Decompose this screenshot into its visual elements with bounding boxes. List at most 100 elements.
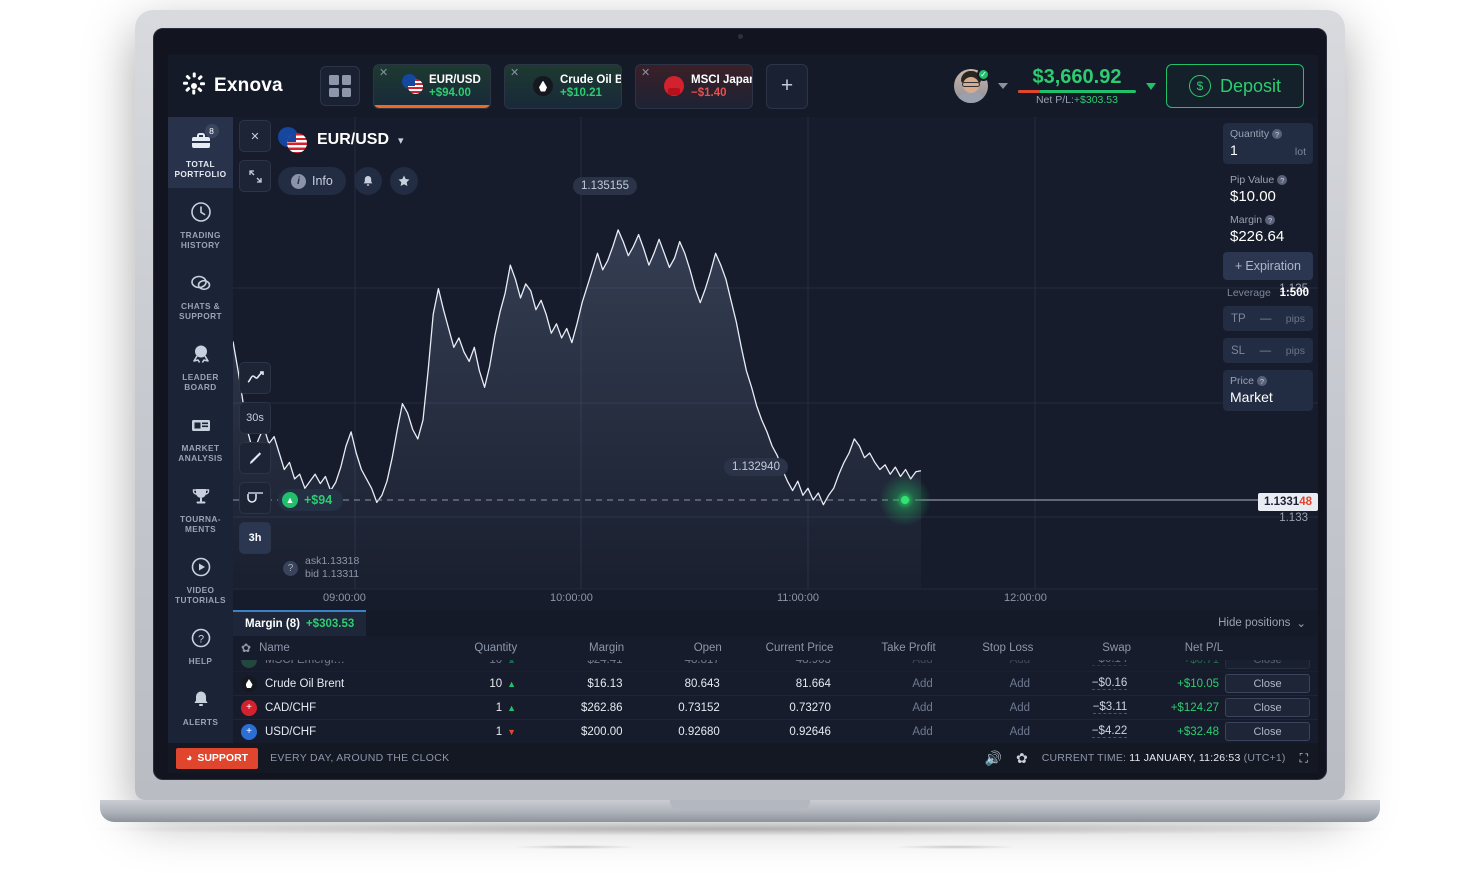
add-take-profit[interactable]: Add [912,702,932,714]
close-icon[interactable]: ✕ [510,67,519,79]
drawing-pencil-icon[interactable] [239,442,271,474]
webcam-dot [737,34,743,39]
add-stop-loss[interactable]: Add [1010,702,1030,714]
position-name: MSCI Emergi… [265,660,345,666]
add-take-profit[interactable]: Add [912,726,932,738]
column-header-margin: Margin [589,642,625,654]
question-circle-icon[interactable]: ? [283,560,298,576]
close-position-button[interactable]: Close [1225,722,1311,741]
left-sidebar: 8 TOTAL PORTFOLIO TRADING HISTORY CHATS … [168,117,233,773]
account-dropdown-caret-icon[interactable] [997,83,1008,89]
ask-bid-readout: ? ask1.13318 bid 1.13311 [283,555,359,581]
take-profit-field[interactable]: TP — pips [1223,306,1313,331]
tab-margin-positions[interactable]: Margin (8) +$303.53 [233,610,367,636]
sl-value: — [1259,344,1272,357]
sidebar-item-tournaments[interactable]: TOURNA- MENTS [168,472,233,543]
help-icon[interactable]: ? [1277,175,1288,185]
msci-emerging-icon [241,660,257,668]
close-position-button[interactable]: Close [1225,660,1311,669]
laptop-shadow [75,822,1405,836]
add-stop-loss[interactable]: Add [1010,660,1030,666]
table-row[interactable]: MSCI Emergi… 10 ▲ $24.41 48.817 48.903 Ad… [233,660,1318,672]
chevron-down-icon: ⌄ [1296,618,1306,630]
leverage-label: Leverage [1227,287,1271,299]
sidebar-item-leader-board[interactable]: LEADER BOARD [168,330,233,401]
sidebar-item-chats-support[interactable]: CHATS & SUPPORT [168,259,233,330]
deposit-label: Deposit [1219,75,1281,96]
leverage-row[interactable]: Leverage 1:500 [1223,287,1313,306]
table-row[interactable]: + USD/CHF 1 ▼ $200.00 0.92680 0.92646 Add… [233,720,1318,744]
direction-up-icon: ▲ [507,678,517,689]
stop-loss-field[interactable]: SL — pips [1223,338,1313,363]
sidebar-item-video-tutorials[interactable]: VIDEO TUTORIALS [168,543,233,614]
sidebar-item-market-analysis[interactable]: MARKET ANALYSIS [168,401,233,472]
asset-tab-msci-japan[interactable]: ✕ MSCI Japan … −$1.40 [635,63,753,109]
sidebar-item-trading-history[interactable]: TRADING HISTORY [168,188,233,259]
symbol-selector[interactable]: EUR/USD ▾ [278,127,418,153]
help-icon[interactable]: ? [1265,215,1276,225]
price-type-field[interactable]: Price ? Market [1223,370,1313,411]
add-stop-loss[interactable]: Add [1010,726,1030,738]
deposit-button[interactable]: $ Deposit [1165,64,1304,108]
oil-drop-icon [533,76,553,96]
close-icon[interactable]: ✕ [379,67,388,79]
timeframe-30s-button[interactable]: 30s [239,402,271,434]
indicator-wave-icon[interactable] [239,482,271,514]
gear-icon[interactable]: ✿ [241,641,251,655]
position-current: 0.73270 [789,701,831,714]
sidebar-item-help[interactable]: ? HELP [168,614,233,675]
add-stop-loss[interactable]: Add [1010,678,1030,690]
position-name: CAD/CHF [265,701,317,714]
current-time: CURRENT TIME: 11 JANUARY, 11:26:53 (UTC+… [1041,752,1286,764]
add-take-profit[interactable]: Add [912,660,932,666]
open-position-badge[interactable]: ▲ +$94 [278,489,344,511]
speaker-icon[interactable]: 🔊 [985,750,1002,767]
quantity-field[interactable]: Quantity ? 1 lot [1223,123,1313,164]
grid-icon[interactable] [320,66,360,106]
collapse-icon[interactable] [239,160,271,192]
sl-unit: pips [1285,344,1305,357]
close-position-button[interactable]: Close [1225,698,1311,717]
support-button[interactable]: ◕ SUPPORT [176,747,259,769]
help-icon[interactable]: ? [1272,129,1283,139]
bell-icon[interactable] [353,167,382,195]
gear-icon[interactable]: ✿ [1016,750,1028,767]
add-expiration-button[interactable]: + Expiration [1223,252,1313,280]
close-icon[interactable]: ✕ [641,67,650,79]
brand-logo[interactable]: Exnova [168,72,318,98]
interval-3h-button[interactable]: 3h [239,522,271,554]
sidebar-item-label: MARKET ANALYSIS [178,443,223,463]
star-icon[interactable] [389,167,418,195]
balance-dropdown-caret-icon[interactable] [1145,82,1156,90]
help-icon[interactable]: ? [1256,376,1267,386]
bottom-status-bar: ◕ SUPPORT EVERY DAY, AROUND THE CLOCK 🔊 … [168,743,1318,773]
asset-tab-eurusd[interactable]: ✕ EUR/USD +$94.00 [373,63,491,109]
price-chart[interactable]: ✕ 30s 3h EUR/USD ▾ i Info 1.135155 1.132… [233,117,1318,610]
chevron-down-icon[interactable]: ▾ [398,134,404,147]
eur-usd-flag-icon [278,127,308,153]
header-net-pl: Net P/L:+$303.53 [1036,94,1118,106]
position-qty: 10 [489,677,503,690]
info-button[interactable]: i Info [278,167,346,195]
positions-table-body[interactable]: MSCI Emergi… 10 ▲ $24.41 48.817 48.903 Ad… [233,660,1318,749]
info-icon: i [291,173,306,189]
asset-tab-crude-oil[interactable]: ✕ Crude Oil Br… +$10.21 [504,63,622,109]
hide-positions-button[interactable]: Hide positions ⌄ [1218,616,1318,630]
sidebar-item-total-portfolio[interactable]: 8 TOTAL PORTFOLIO [168,117,233,188]
fullscreen-icon[interactable]: ⛶ [1300,751,1308,766]
price-value: Market [1230,389,1273,405]
sidebar-item-alerts[interactable]: ALERTS [168,675,233,736]
table-row[interactable]: Crude Oil Brent 10 ▲ $16.13 80.643 81.664… [233,672,1318,696]
close-position-button[interactable]: Close [1225,674,1311,693]
avatar[interactable]: ✓ [953,68,990,103]
add-take-profit[interactable]: Add [912,678,932,690]
table-row[interactable]: + CAD/CHF 1 ▲ $262.86 0.73152 0.73270 Add… [233,696,1318,720]
portfolio-badge: 8 [204,124,219,138]
asset-tab-value: −$1.40 [691,86,727,99]
balance-block[interactable]: $3,660.92 Net P/L:+$303.53 [1017,66,1136,106]
chart-type-icon[interactable] [239,362,271,394]
close-icon[interactable]: ✕ [239,120,271,152]
sidebar-item-label: TOURNA- MENTS [180,514,221,534]
position-open: 0.73152 [678,701,720,714]
add-asset-button[interactable]: + [766,63,808,109]
